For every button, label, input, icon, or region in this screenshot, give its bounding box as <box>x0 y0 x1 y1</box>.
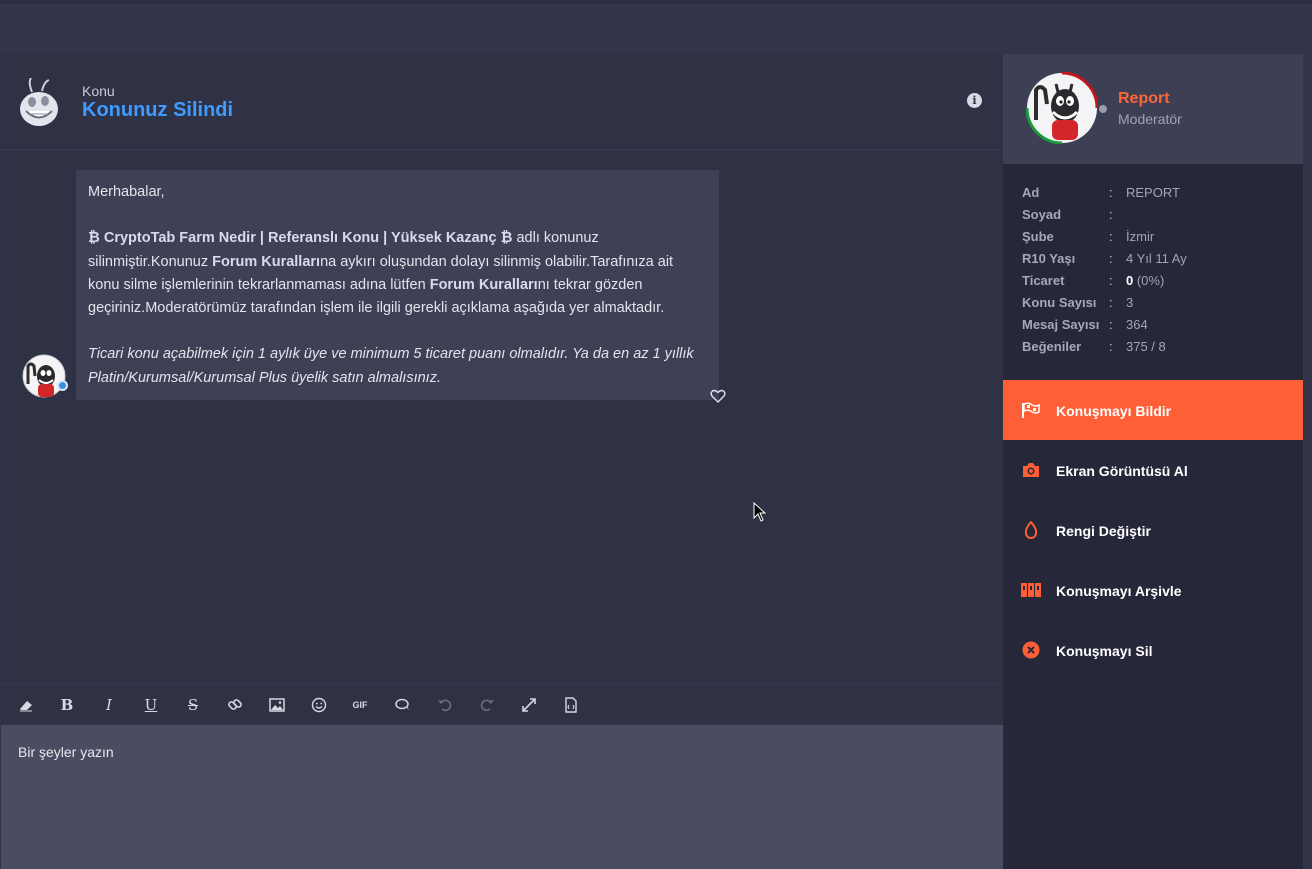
profile-card: Report Moderatör <box>1003 54 1303 164</box>
message-bubble: Merhabalar, ₿ CryptoTab Farm Nedir | Ref… <box>76 170 719 400</box>
conversation-panel: Konu Konunuz Silindi i Merhabalar, ₿ Cry… <box>1 54 1003 869</box>
message-note: Ticari konu açabilmek için 1 aylık üye v… <box>88 346 694 386</box>
info-row: Soyad : <box>1022 207 1113 222</box>
info-row: Konu Sayısı : 3 <box>1022 295 1134 310</box>
info-row: R10 Yaşı : 4 Yıl 11 Ay <box>1022 251 1187 266</box>
report-conversation-button[interactable]: Konuşmayı Bildir <box>1003 380 1303 440</box>
conversation-label: Konu <box>82 83 115 99</box>
info-row: Ticaret : 0 (0%) <box>1022 273 1165 288</box>
italic-icon[interactable]: I <box>99 695 119 715</box>
change-color-button[interactable]: Rengi Değiştir <box>1003 500 1303 560</box>
source-icon[interactable] <box>561 695 581 715</box>
message-topic-title: ₿ CryptoTab Farm Nedir | Referanslı Konu… <box>88 230 513 247</box>
underline-icon[interactable]: U <box>141 695 161 715</box>
profile-role: Moderatör <box>1118 111 1182 127</box>
status-indicator <box>1097 103 1109 115</box>
bold-icon[interactable]: B <box>57 695 77 715</box>
drop-icon <box>1021 520 1041 539</box>
info-icon[interactable]: i <box>967 93 982 108</box>
link-icon[interactable] <box>225 695 245 715</box>
message-greeting: Merhabalar, <box>88 184 165 200</box>
window-top-border <box>0 0 1312 4</box>
flag-icon <box>1021 401 1041 419</box>
conversation-logo-icon <box>18 77 60 128</box>
undo-icon[interactable] <box>435 695 455 715</box>
info-row: Şube : İzmir <box>1022 229 1155 244</box>
screenshot-button[interactable]: Ekran Görüntüsü Al <box>1003 440 1303 500</box>
message-editor[interactable]: Bir şeyler yazın <box>1 725 1003 869</box>
forum-rules-link[interactable]: Forum Kuralları <box>430 277 538 293</box>
sender-avatar[interactable] <box>22 354 66 398</box>
strikethrough-icon[interactable]: S <box>183 695 203 715</box>
delete-conversation-button[interactable]: Konuşmayı Sil <box>1003 620 1303 680</box>
archive-icon <box>1021 581 1041 599</box>
info-row: Mesaj Sayısı : 364 <box>1022 317 1148 332</box>
editor-placeholder: Bir şeyler yazın <box>18 744 114 760</box>
emoji-icon[interactable] <box>309 695 329 715</box>
forum-rules-link[interactable]: Forum Kuralları <box>212 254 320 270</box>
moderator-badge-icon <box>57 380 68 391</box>
gif-icon[interactable]: GIF <box>350 695 370 715</box>
conversation-actions: Konuşmayı Bildir Ekran Görüntüsü Al Reng… <box>1003 380 1303 680</box>
info-row: Ad : REPORT <box>1022 185 1180 200</box>
mouse-cursor-icon <box>753 501 767 522</box>
like-heart-icon[interactable] <box>710 389 726 403</box>
archive-conversation-button[interactable]: Konuşmayı Arşivle <box>1003 560 1303 620</box>
profile-info-table: Ad : REPORT Soyad : Şube : İzmir R10 Yaş… <box>1022 183 1292 359</box>
conversation-title: Konunuz Silindi <box>82 99 234 121</box>
delete-icon <box>1021 641 1041 659</box>
expand-icon[interactable] <box>519 695 539 715</box>
profile-name[interactable]: Report <box>1118 90 1170 108</box>
eraser-icon[interactable] <box>16 695 36 715</box>
editor-toolbar: B I U S GIF <box>1 684 1003 725</box>
sidebar: Report Moderatör Ad : REPORT Soyad : Şub… <box>1003 54 1303 869</box>
camera-icon <box>1021 461 1041 479</box>
image-icon[interactable] <box>267 695 287 715</box>
info-row: Beğeniler : 375 / 8 <box>1022 339 1166 354</box>
conversation-header: Konu Konunuz Silindi i <box>1 54 1003 150</box>
message-body: ₿ CryptoTab Farm Nedir | Referanslı Konu… <box>88 230 674 317</box>
quote-icon[interactable] <box>393 695 413 715</box>
redo-icon[interactable] <box>477 695 497 715</box>
profile-avatar[interactable] <box>1025 71 1099 145</box>
